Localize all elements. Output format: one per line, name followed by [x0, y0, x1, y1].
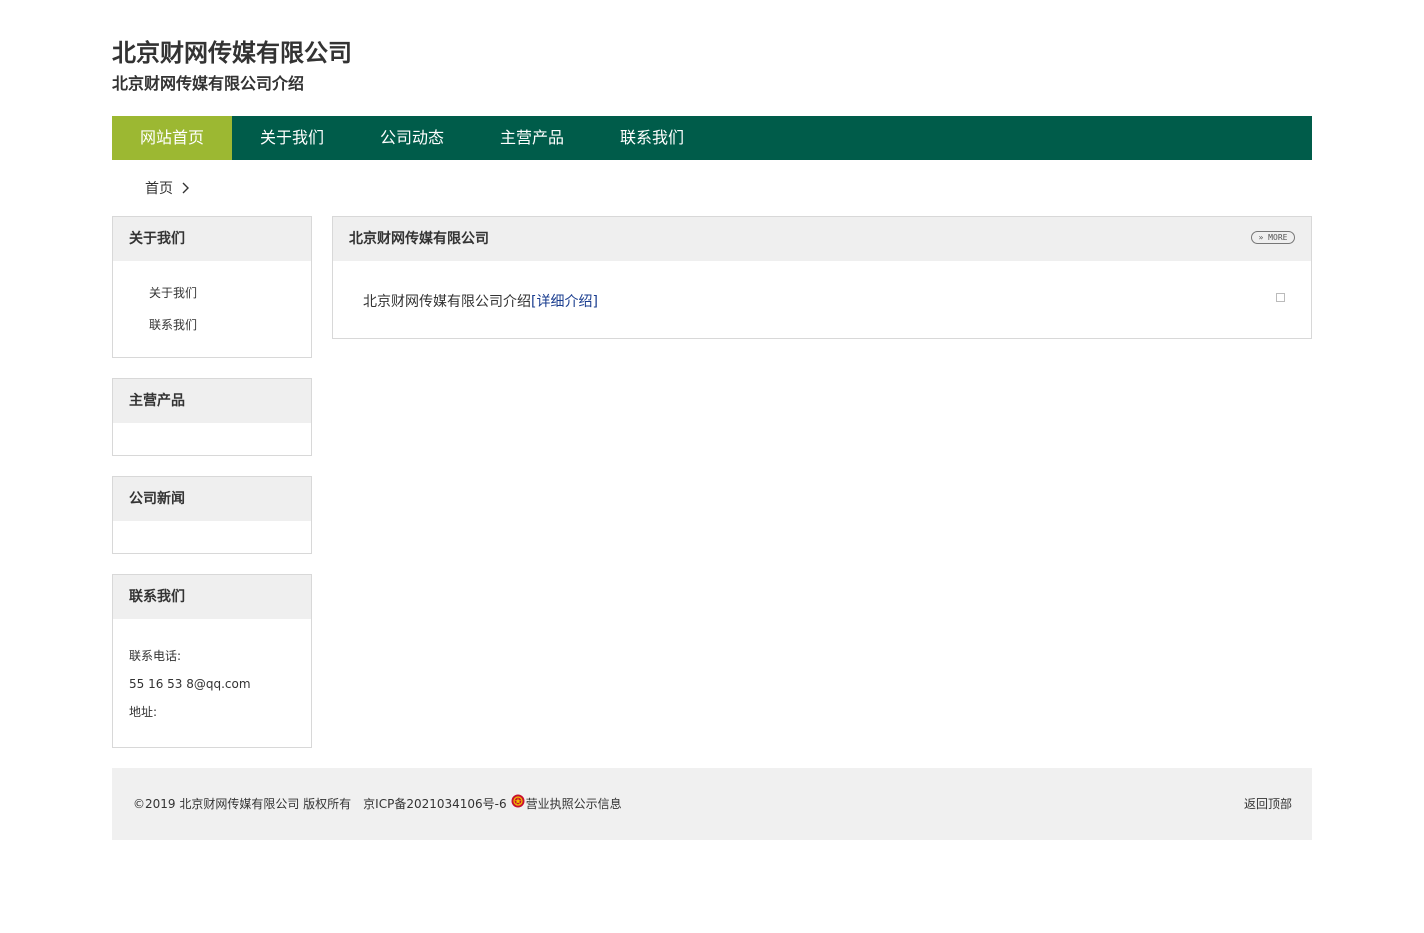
site-description: 北京财网传媒有限公司介绍 — [112, 74, 305, 93]
sidebar-contact-box: 联系我们 联系电话: 55 16 53 8@qq.com 地址: — [112, 574, 312, 748]
nav-item-about[interactable]: 关于我们 — [232, 116, 352, 160]
nav-item-contact[interactable]: 联系我们 — [592, 116, 712, 160]
sidebar-about-title: 关于我们 — [113, 217, 311, 261]
sidebar-news-box: 公司新闻 — [112, 476, 312, 554]
footer-copyright: ©2019 北京财网传媒有限公司 版权所有 — [133, 797, 352, 811]
sidebar-about-box: 关于我们 关于我们 联系我们 — [112, 216, 312, 358]
nav-item-home[interactable]: 网站首页 — [112, 116, 232, 160]
sidebar-products-box: 主营产品 — [112, 378, 312, 456]
company-intro-panel: 北京财网传媒有限公司 » MORE 北京财网传媒有限公司介绍[详细介绍] — [332, 216, 1312, 339]
footer: ©2019 北京财网传媒有限公司 版权所有 京ICP备2021034106号-6… — [112, 768, 1312, 840]
contact-email: 55 16 53 8@qq.com — [129, 677, 251, 691]
breadcrumb-home[interactable]: 首页 — [145, 178, 173, 198]
footer-license-link[interactable]: 营业执照公示信息 — [507, 794, 622, 812]
footer-icp-link[interactable]: 京ICP备2021034106号-6 — [363, 795, 506, 812]
intro-text: 北京财网传媒有限公司介绍 — [363, 294, 531, 310]
contact-address: 地址: — [129, 705, 158, 719]
breadcrumb: 首页 — [145, 178, 189, 198]
nav-item-company-news[interactable]: 公司动态 — [352, 116, 472, 160]
nav-item-products[interactable]: 主营产品 — [472, 116, 592, 160]
footer-license-text: 营业执照公示信息 — [525, 797, 622, 811]
contact-phone: 联系电话: — [129, 649, 182, 663]
sidebar-contact-title: 联系我们 — [113, 575, 311, 619]
back-to-top-link[interactable]: 返回顶部 — [1244, 795, 1292, 812]
broken-image-icon — [1276, 293, 1285, 302]
panel-title: 北京财网传媒有限公司 — [349, 231, 489, 247]
detail-link[interactable]: [详细介绍] — [531, 294, 598, 310]
sidebar-link-contact[interactable]: 联系我们 — [149, 315, 311, 347]
sidebar-products-title: 主营产品 — [113, 379, 311, 423]
sidebar-news-title: 公司新闻 — [113, 477, 311, 521]
site-name: 北京财网传媒有限公司 — [112, 39, 352, 67]
chevron-right-icon — [182, 182, 189, 194]
national-emblem-icon — [511, 794, 525, 807]
sidebar-link-about[interactable]: 关于我们 — [149, 283, 311, 315]
main-nav: 网站首页 关于我们 公司动态 主营产品 联系我们 — [112, 116, 1312, 160]
more-button[interactable]: » MORE — [1251, 231, 1295, 244]
